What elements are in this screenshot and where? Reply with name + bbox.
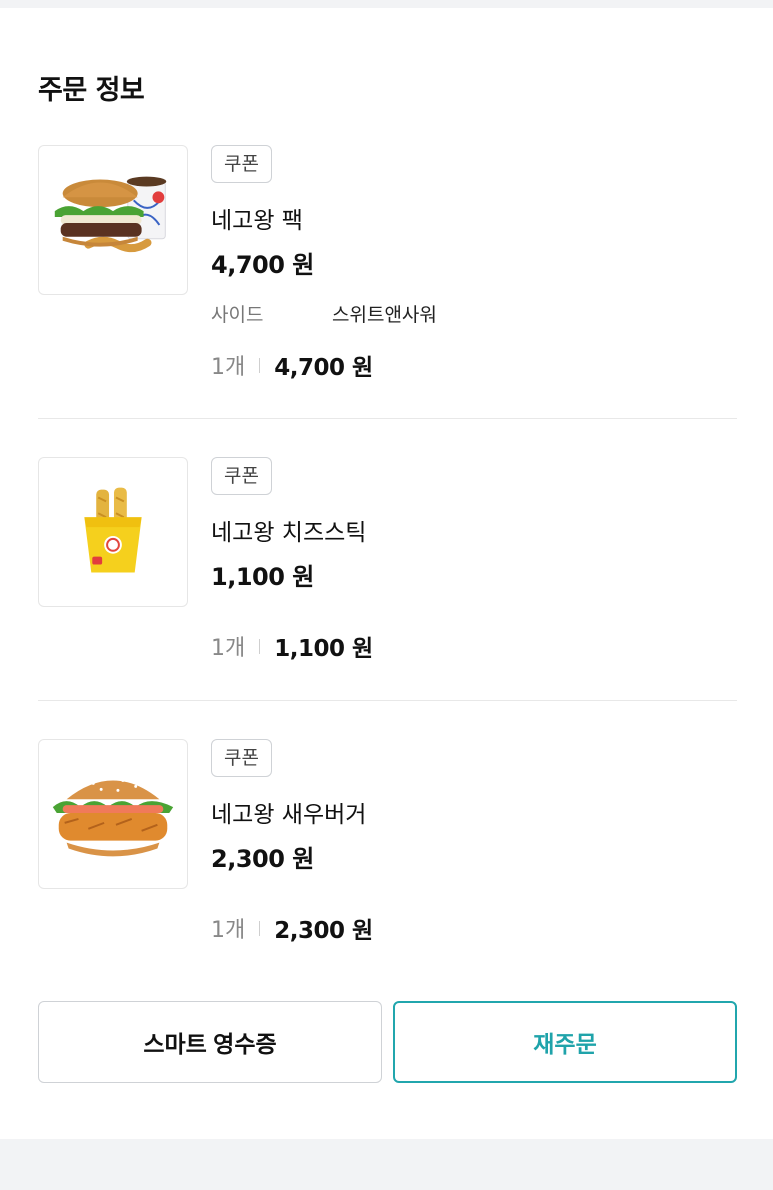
item-line-total: 4,700 원 [274,355,373,381]
item-name: 네고왕 새우버거 [211,802,367,828]
item-quantity: 1개 [211,918,246,943]
quantity-row: 1개 4,700 원 [211,348,373,382]
burger-set-image [38,145,188,295]
option-label: 사이드 [211,304,264,326]
smart-receipt-button[interactable]: 스마트 영수증 [38,1001,382,1083]
item-divider [38,418,737,419]
shrimp-burger-image [38,739,188,889]
bottom-separator-band [0,1139,773,1190]
quantity-separator [259,920,261,936]
section-title: 주문 정보 [38,75,145,106]
item-quantity: 1개 [211,355,246,380]
item-quantity: 1개 [211,636,246,661]
order-item: 쿠폰 네고왕 팩 4,700 원 사이드 스위트앤사워 1개 4,700 원 [38,145,737,385]
quantity-row: 1개 1,100 원 [211,629,373,663]
item-name: 네고왕 팩 [211,208,303,234]
quantity-separator [259,357,261,373]
item-price: 2,300 원 [211,845,314,873]
order-item: 쿠폰 네고왕 새우버거 2,300 원 1개 2,300 원 [38,739,737,949]
item-divider [38,700,737,701]
quantity-row: 1개 2,300 원 [211,911,373,945]
option-value: 스위트앤사워 [332,304,437,326]
top-separator-band [0,0,773,8]
item-price: 4,700 원 [211,251,314,279]
coupon-badge: 쿠폰 [211,145,272,183]
reorder-button[interactable]: 재주문 [393,1001,737,1083]
item-price: 1,100 원 [211,563,314,591]
quantity-separator [259,638,261,654]
cheese-stick-image [38,457,188,607]
order-item: 쿠폰 네고왕 치즈스틱 1,100 원 1개 1,100 원 [38,457,737,667]
coupon-badge: 쿠폰 [211,457,272,495]
item-name: 네고왕 치즈스틱 [211,520,367,546]
coupon-badge: 쿠폰 [211,739,272,777]
item-line-total: 2,300 원 [274,918,373,944]
item-line-total: 1,100 원 [274,636,373,662]
